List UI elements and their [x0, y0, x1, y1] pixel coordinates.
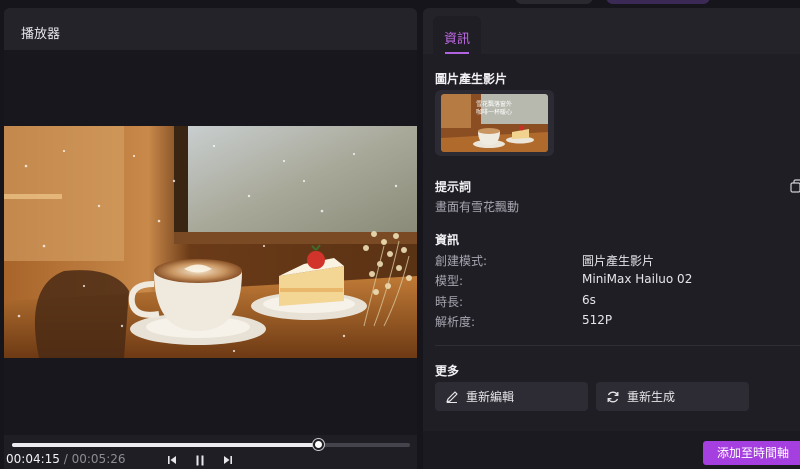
player-panel: 播放器 00:04:15 / 00:05:26 [4, 8, 417, 469]
prompt-title: 提示詞 [435, 180, 472, 194]
thumbnail-caption-line-2: 咖啡一杯暖心 [476, 108, 512, 116]
copy-icon[interactable] [790, 178, 800, 193]
reedit-label: 重新編輯 [466, 390, 515, 404]
pencil-icon [446, 390, 458, 403]
time-separator: / [63, 452, 68, 466]
detail-key: 創建模式: [435, 254, 488, 268]
video-image [4, 126, 417, 358]
thumbnail-image: 雪花飄落窗外 咖啡一杯暖心 [441, 94, 548, 152]
detail-value: 6s [582, 293, 596, 307]
progress-fill [12, 443, 319, 447]
add-to-timeline-button[interactable]: 添加至時間軸 [703, 441, 800, 465]
regenerate-button[interactable]: 重新生成 [596, 382, 749, 411]
regenerate-label: 重新生成 [627, 390, 676, 404]
details-title: 資訊 [435, 233, 460, 247]
video-viewport[interactable] [4, 50, 417, 435]
detail-value: MiniMax Hailuo 02 [582, 272, 693, 286]
tab-active-indicator [445, 52, 469, 54]
top-bar-fragment [515, 0, 593, 4]
timecode: 00:04:15 / 00:05:26 [6, 452, 126, 466]
more-title: 更多 [435, 364, 460, 378]
section-divider [435, 345, 800, 346]
detail-value: 512P [582, 313, 613, 327]
source-image-thumbnail[interactable]: 雪花飄落窗外 咖啡一杯暖心 [435, 90, 554, 156]
top-bar-fragment-accent [606, 0, 710, 4]
detail-key: 時長: [435, 295, 464, 309]
prompt-text: 畫面有雪花飄動 [435, 200, 520, 214]
current-time: 00:04:15 [6, 452, 60, 466]
thumbnail-caption-line-1: 雪花飄落窗外 [476, 100, 512, 108]
detail-value: 圖片產生影片 [582, 254, 655, 268]
player-title: 播放器 [21, 27, 61, 42]
tab-info[interactable]: 資訊 [433, 16, 481, 54]
source-section-title: 圖片產生影片 [435, 72, 508, 86]
detail-key: 模型: [435, 274, 464, 288]
detail-key: 解析度: [435, 315, 476, 329]
previous-frame-icon[interactable] [164, 452, 180, 468]
next-frame-icon[interactable] [220, 452, 236, 468]
total-time: 00:05:26 [71, 452, 126, 466]
info-panel: 資訊 圖片產生影片 雪花飄落窗外 咖啡一杯暖心 提示詞 畫面有雪花飄動 資訊 創… [423, 8, 800, 469]
reedit-button[interactable]: 重新編輯 [435, 382, 588, 411]
tab-info-label: 資訊 [443, 32, 470, 47]
pause-icon[interactable] [192, 452, 208, 468]
refresh-icon [607, 391, 619, 402]
progress-bar[interactable] [12, 439, 410, 450]
info-tabbar: 資訊 [423, 8, 800, 54]
progress-handle[interactable] [313, 439, 325, 450]
playback-controls: 00:04:15 / 00:05:26 [4, 435, 417, 469]
video-frame[interactable] [4, 126, 417, 358]
player-header: 播放器 [4, 8, 417, 50]
